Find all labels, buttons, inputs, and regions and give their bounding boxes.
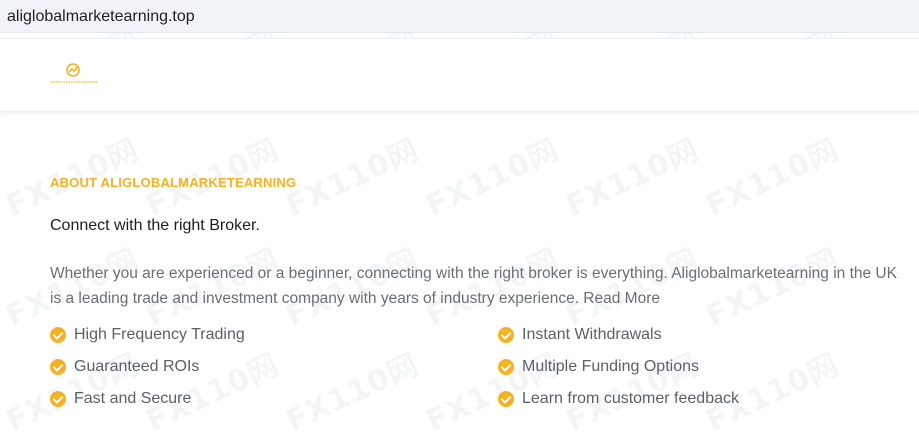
address-bar[interactable]: aliglobalmarketearning.top [0,0,919,33]
feature-label: Multiple Funding Options [522,358,699,375]
feature-item: High Frequency Trading [50,323,245,347]
feature-label: High Frequency Trading [74,326,245,343]
url-text: aliglobalmarketearning.top [7,8,195,25]
check-circle-icon [498,327,514,343]
brand-logo-icon[interactable] [50,61,98,87]
feature-item: Fast and Secure [50,387,191,411]
feature-label: Fast and Secure [74,390,192,407]
section-eyebrow: ABOUT ALIGLOBALMARKETEARNING [50,175,297,190]
feature-label: Learn from customer feedback [522,390,739,407]
feature-item: Instant Withdrawals [498,323,662,347]
check-circle-icon [50,359,66,375]
feature-item: Guaranteed ROIs [50,355,199,379]
section-paragraph: Whether you are experienced or a beginne… [50,265,897,307]
check-circle-icon [50,391,66,407]
feature-item: Learn from customer feedback [498,387,739,411]
section-lead: Connect with the right Broker. [50,217,260,234]
feature-label: Instant Withdrawals [522,326,662,343]
feature-item: Multiple Funding Options [498,355,699,379]
check-circle-icon [498,359,514,375]
check-circle-icon [498,391,514,407]
site-header [0,38,919,112]
check-circle-icon [50,327,66,343]
feature-label: Guaranteed ROIs [74,358,200,375]
